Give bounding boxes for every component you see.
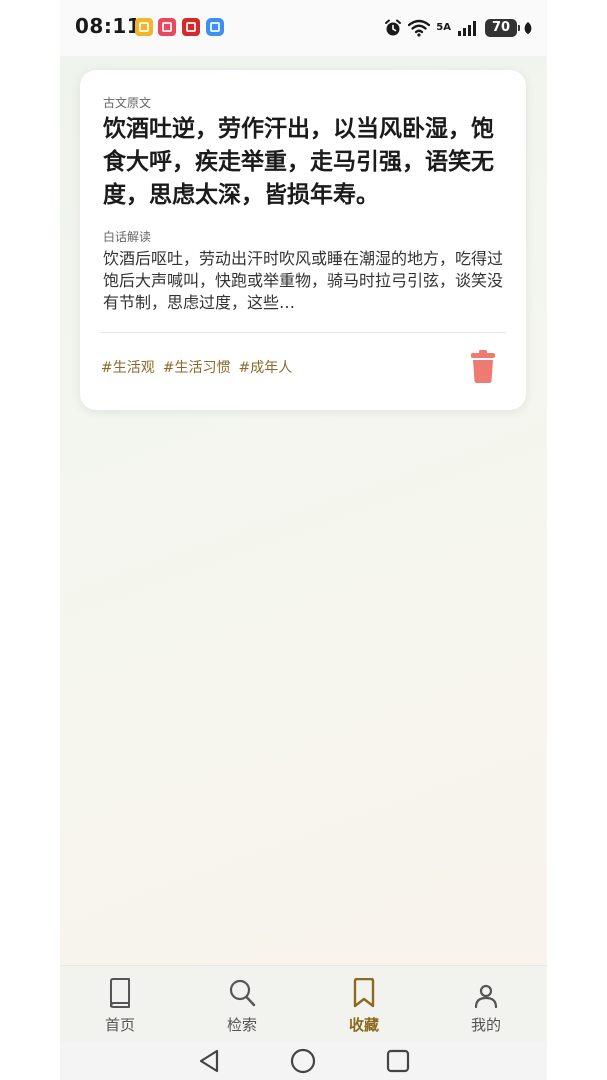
original-text-label: 古文原文 [103, 96, 152, 110]
home-icon[interactable] [289, 1046, 317, 1076]
original-text: 饮酒吐逆，劳作汗出，以当风卧湿，饱食大呼，疾走举重，走马引强，语笑无度，思虑太深… [103, 115, 494, 208]
tab-label: 首页 [104, 1016, 135, 1034]
leaf-icon [524, 22, 532, 34]
mail-notification-icon [135, 18, 153, 36]
translation-label: 白话解读 [103, 230, 152, 244]
translation-text: 饮酒后呕吐，劳动出汗时吹风或睡在潮湿的地方，吃得过饱后大声喊叫，快跑或举重物，骑… [103, 249, 503, 312]
signal-icon [458, 21, 476, 36]
status-time: 08:11 [75, 14, 142, 38]
alarm-icon [385, 19, 402, 36]
tag[interactable]: #生活观 [101, 357, 155, 377]
trash-icon[interactable] [470, 348, 496, 384]
tab-label: 我的 [470, 1016, 501, 1034]
bottom-tab-bar: 首页 检索 收藏 我的 [60, 965, 547, 1043]
app-notification-icon [206, 18, 224, 36]
card-divider [100, 332, 506, 333]
tab-home[interactable]: 首页 [70, 966, 170, 1043]
tag-list: #生活观 #生活习惯 #成年人 [101, 357, 292, 377]
tag[interactable]: #生活习惯 [163, 357, 231, 377]
app-notification-icon [158, 18, 176, 36]
phone-screen: 08:11 5A 70 古文原文 饮酒吐逆，劳作汗出，以当风卧湿，饱食大呼，疾走… [60, 0, 547, 1080]
recent-apps-icon[interactable] [384, 1046, 412, 1076]
system-nav-bar [60, 1042, 547, 1080]
status-icons: 5A 70 [384, 17, 533, 39]
back-icon[interactable] [195, 1046, 223, 1076]
status-bar: 08:11 5A 70 [60, 0, 547, 56]
book-icon [110, 978, 130, 1008]
battery-icon: 70 [485, 19, 520, 37]
app-notification-icon [182, 18, 200, 36]
wifi-icon [408, 19, 431, 37]
tab-label: 收藏 [348, 1016, 379, 1034]
network-type-label: 5A [436, 22, 451, 33]
bookmark-icon [353, 978, 375, 1008]
tab-search[interactable]: 检索 [192, 966, 292, 1043]
tab-profile[interactable]: 我的 [436, 966, 536, 1043]
search-icon [229, 979, 256, 1007]
tag[interactable]: #成年人 [238, 357, 292, 377]
favorite-card[interactable]: 古文原文 饮酒吐逆，劳作汗出，以当风卧湿，饱食大呼，疾走举重，走马引强，语笑无度… [80, 70, 526, 410]
user-icon [474, 984, 498, 1008]
tab-label: 检索 [226, 1016, 257, 1034]
tab-favorites[interactable]: 收藏 [314, 966, 414, 1043]
